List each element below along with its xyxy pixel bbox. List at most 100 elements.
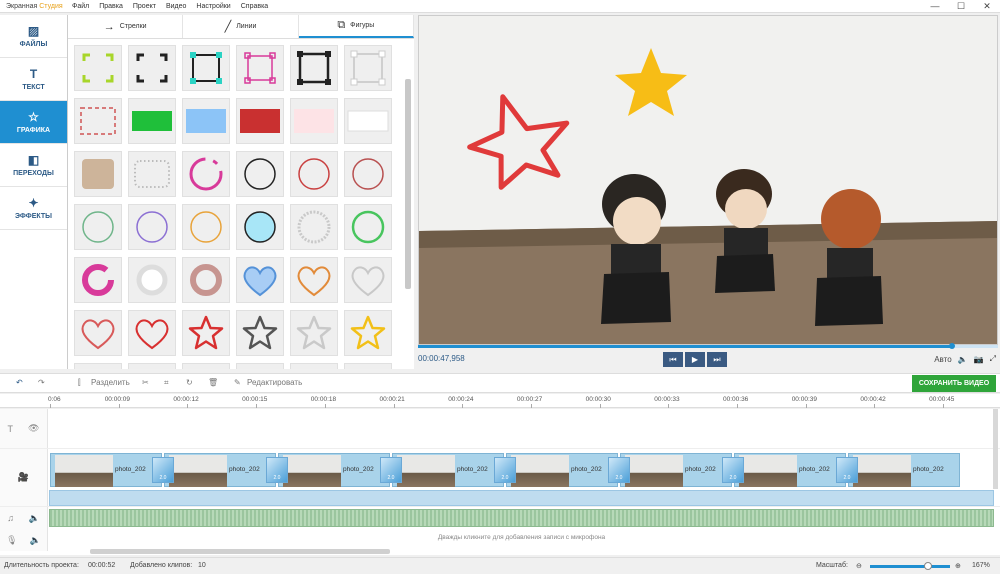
quality-select[interactable]: Авто [934,355,951,364]
shape-thumbnail[interactable] [236,98,284,144]
shape-thumbnail[interactable] [344,151,392,197]
shape-thumbnail[interactable] [74,45,122,91]
shape-thumbnail[interactable] [344,204,392,250]
split-icon[interactable]: ⫿ [78,378,81,388]
shape-thumbnail[interactable] [128,98,176,144]
crop-icon[interactable]: ⌗ [164,378,169,388]
music-volume-icon[interactable]: 🔈 [29,513,40,524]
audio-waveform[interactable] [49,509,994,527]
nav-text[interactable]: T ТЕКСТ [0,58,67,101]
playback-progress[interactable] [418,343,998,349]
shape-thumbnail[interactable] [74,204,122,250]
video-preview[interactable] [418,15,998,345]
mic-volume-icon[interactable]: 🔈 [30,535,41,546]
transition-marker[interactable]: 2.0 [266,457,288,483]
shape-thumbnail[interactable] [290,98,338,144]
shape-thumbnail[interactable] [128,310,176,356]
zoom-in-icon[interactable]: ⊕ [955,562,961,570]
menu-video[interactable]: Видео [166,3,186,10]
close-icon[interactable]: ✕ [974,0,1000,13]
video-clip[interactable]: photo_202 [620,453,732,487]
shape-thumbnail[interactable] [344,45,392,91]
shape-thumbnail[interactable] [344,257,392,303]
shape-thumbnail[interactable] [182,363,230,369]
nav-transitions[interactable]: ◧ ПЕРЕХОДЫ [0,144,67,187]
tab-shapes[interactable]: ⧉ Фигуры [298,15,414,38]
fullscreen-icon[interactable]: ⤢ [990,354,996,364]
shape-thumbnail[interactable] [344,310,392,356]
shape-thumbnail[interactable] [182,151,230,197]
shape-thumbnail[interactable] [344,98,392,144]
video-clip[interactable]: photo_202 [506,453,618,487]
video-clip[interactable]: photo_202 [164,453,276,487]
shape-thumbnail[interactable] [290,151,338,197]
panel-scrollbar[interactable] [405,79,411,289]
maximize-icon[interactable]: ☐ [948,0,974,13]
delete-icon[interactable]: 🗑 [208,378,218,387]
menu-help[interactable]: Справка [241,3,268,10]
video-clip[interactable]: photo_202 [392,453,504,487]
video-clip[interactable]: photo_202 [848,453,960,487]
shape-thumbnail[interactable] [290,257,338,303]
shape-thumbnail[interactable] [236,45,284,91]
transition-marker[interactable]: 2.0 [494,457,516,483]
nav-effects[interactable]: ✦ ЭФФЕКТЫ [0,187,67,230]
shape-thumbnail[interactable] [236,310,284,356]
tab-arrows[interactable]: → Стрелки [68,15,184,38]
redo-icon[interactable]: ↷ [38,378,45,387]
shape-thumbnail[interactable] [128,151,176,197]
video-clip[interactable]: photo_202 [734,453,846,487]
shape-thumbnail[interactable] [344,363,392,369]
shape-thumbnail[interactable] [290,204,338,250]
shape-thumbnail[interactable] [128,257,176,303]
shape-thumbnail[interactable] [128,363,176,369]
zoom-knob[interactable] [923,562,932,570]
menu-file[interactable]: Файл [72,3,89,10]
zoom-slider[interactable] [870,562,950,570]
visibility-icon[interactable]: 👁 [28,423,39,434]
shape-thumbnail[interactable] [128,204,176,250]
shape-thumbnail[interactable] [128,45,176,91]
menu-edit[interactable]: Правка [99,3,123,10]
transition-marker[interactable]: 2.0 [380,457,402,483]
edit-icon[interactable]: ✎ [234,378,241,387]
edit-button[interactable]: Редактировать [247,378,302,387]
shape-thumbnail[interactable] [236,363,284,369]
minimize-icon[interactable]: — [922,0,948,13]
video-clip[interactable]: photo_202 [50,453,162,487]
cut-icon[interactable]: ✂ [142,378,149,387]
text-track[interactable]: T 👁 [0,409,1000,449]
transition-marker[interactable]: 2.0 [836,457,858,483]
timeline-scrollbar[interactable] [90,549,390,554]
rotate-icon[interactable]: ↻ [186,378,193,387]
prev-frame-button[interactable]: ⏮ [663,352,683,367]
shape-thumbnail[interactable] [236,151,284,197]
shape-thumbnail[interactable] [290,45,338,91]
undo-icon[interactable]: ↶ [16,378,23,387]
next-frame-button[interactable]: ⏭ [707,352,727,367]
split-button[interactable]: Разделить [91,378,130,387]
play-button[interactable]: ▶ [685,352,705,367]
zoom-out-icon[interactable]: ⊖ [856,562,862,570]
transition-marker[interactable]: 2.0 [608,457,630,483]
shape-thumbnail[interactable] [182,45,230,91]
timeline-ruler[interactable]: 0:06 00:00:09 00:00:12 00:00:15 00:00:18 00:0… [0,394,1000,408]
shape-thumbnail[interactable] [236,204,284,250]
transition-marker[interactable]: 2.0 [722,457,744,483]
shape-thumbnail[interactable] [74,257,122,303]
shape-thumbnail[interactable] [74,151,122,197]
volume-icon[interactable]: 🔈 [958,355,968,364]
timeline-vscroll[interactable] [993,409,998,489]
shape-thumbnail[interactable] [290,310,338,356]
transition-marker[interactable]: 2.0 [152,457,174,483]
tab-lines[interactable]: ╱ Линии [183,15,299,38]
shape-thumbnail[interactable] [182,98,230,144]
shape-thumbnail[interactable] [74,310,122,356]
shape-thumbnail[interactable] [182,204,230,250]
menu-project[interactable]: Проект [133,3,156,10]
shape-thumbnail[interactable] [182,257,230,303]
shape-thumbnail[interactable] [74,98,122,144]
menu-settings[interactable]: Настройки [196,3,230,10]
save-video-button[interactable]: СОХРАНИТЬ ВИДЕО [912,375,996,392]
snapshot-icon[interactable]: 📷 [974,355,984,364]
